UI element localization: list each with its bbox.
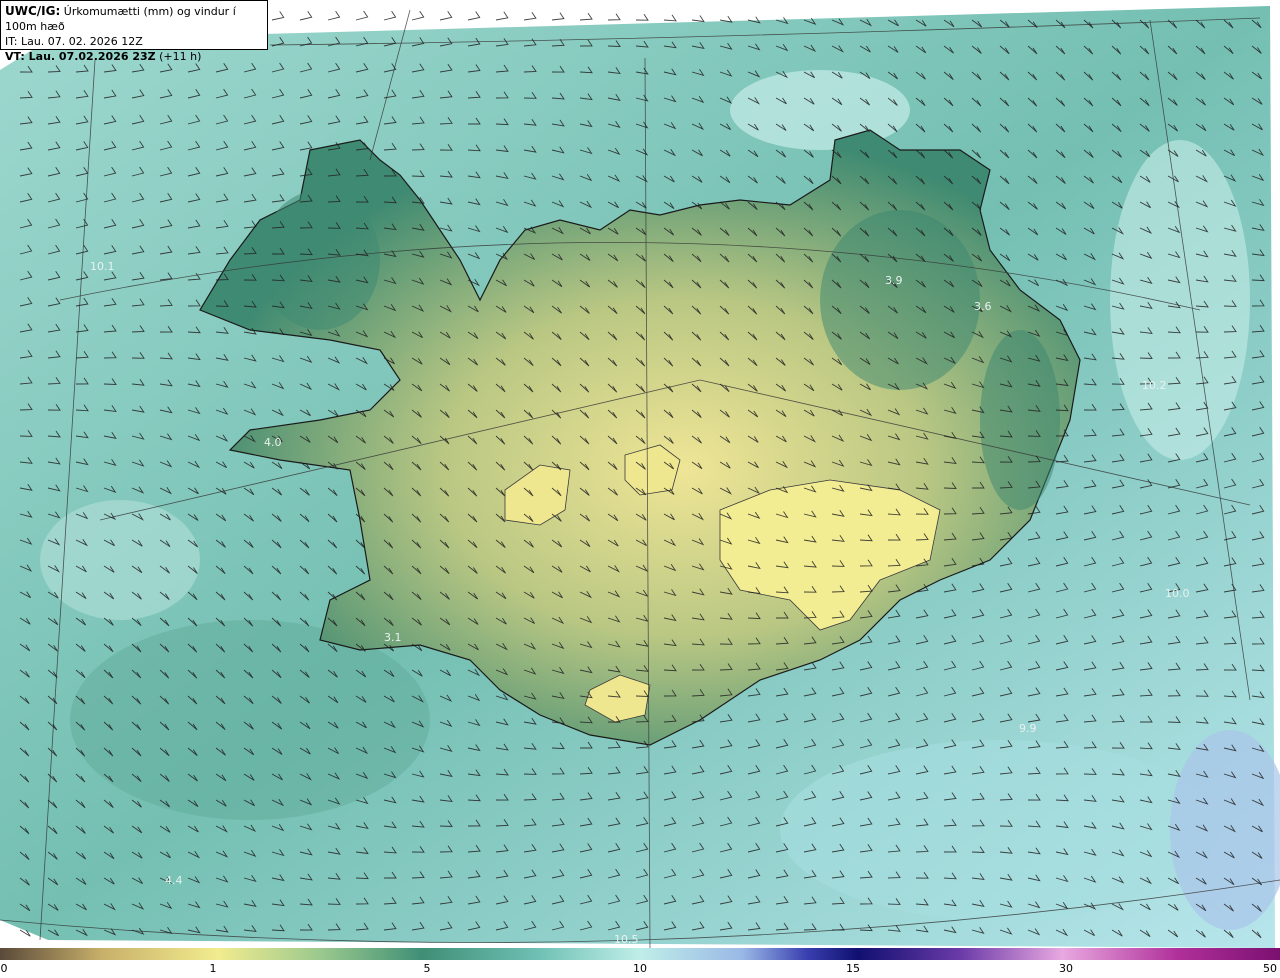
value-label: 3.1 <box>384 631 402 644</box>
value-label: 10.2 <box>1142 379 1167 392</box>
value-label: 9.9 <box>1019 722 1037 735</box>
colorbar-tick: 50 <box>1263 962 1277 975</box>
colorbar-tick: 0 <box>0 962 8 975</box>
colorbar-tick: 10 <box>633 962 647 975</box>
value-label: 3.6 <box>974 300 992 313</box>
colorbar-ticks: 0 1 5 10 15 30 50 <box>0 961 1280 978</box>
value-label: 10.0 <box>1165 587 1190 600</box>
colorbar-tick: 5 <box>423 962 431 975</box>
colorbar-tick: 1 <box>209 962 217 975</box>
value-label: 3.9 <box>885 274 903 287</box>
lead-time: (+11 h) <box>159 50 202 63</box>
value-label: 10.1 <box>90 260 115 273</box>
value-label: 4.4 <box>165 874 183 887</box>
value-label: 10.5 <box>614 933 639 946</box>
init-time: IT: Lau. 07. 02. 2026 12Z <box>5 35 143 48</box>
colorbar-tick: 15 <box>846 962 860 975</box>
colorbar <box>0 948 1280 960</box>
colorbar-tick: 30 <box>1059 962 1073 975</box>
value-label: 4.0 <box>264 436 282 449</box>
map-title-box: UWC/IG: Úrkomumætti (mm) og vindur í 100… <box>0 0 268 63</box>
precipitation-wind-map: 10.1 4.0 3.1 4.4 3.9 3.6 10.2 10.0 9.9 1… <box>0 0 1280 948</box>
valid-time: VT: Lau. 07.02.2026 23Z <box>5 50 156 63</box>
model-prefix: UWC/IG: <box>5 4 61 18</box>
